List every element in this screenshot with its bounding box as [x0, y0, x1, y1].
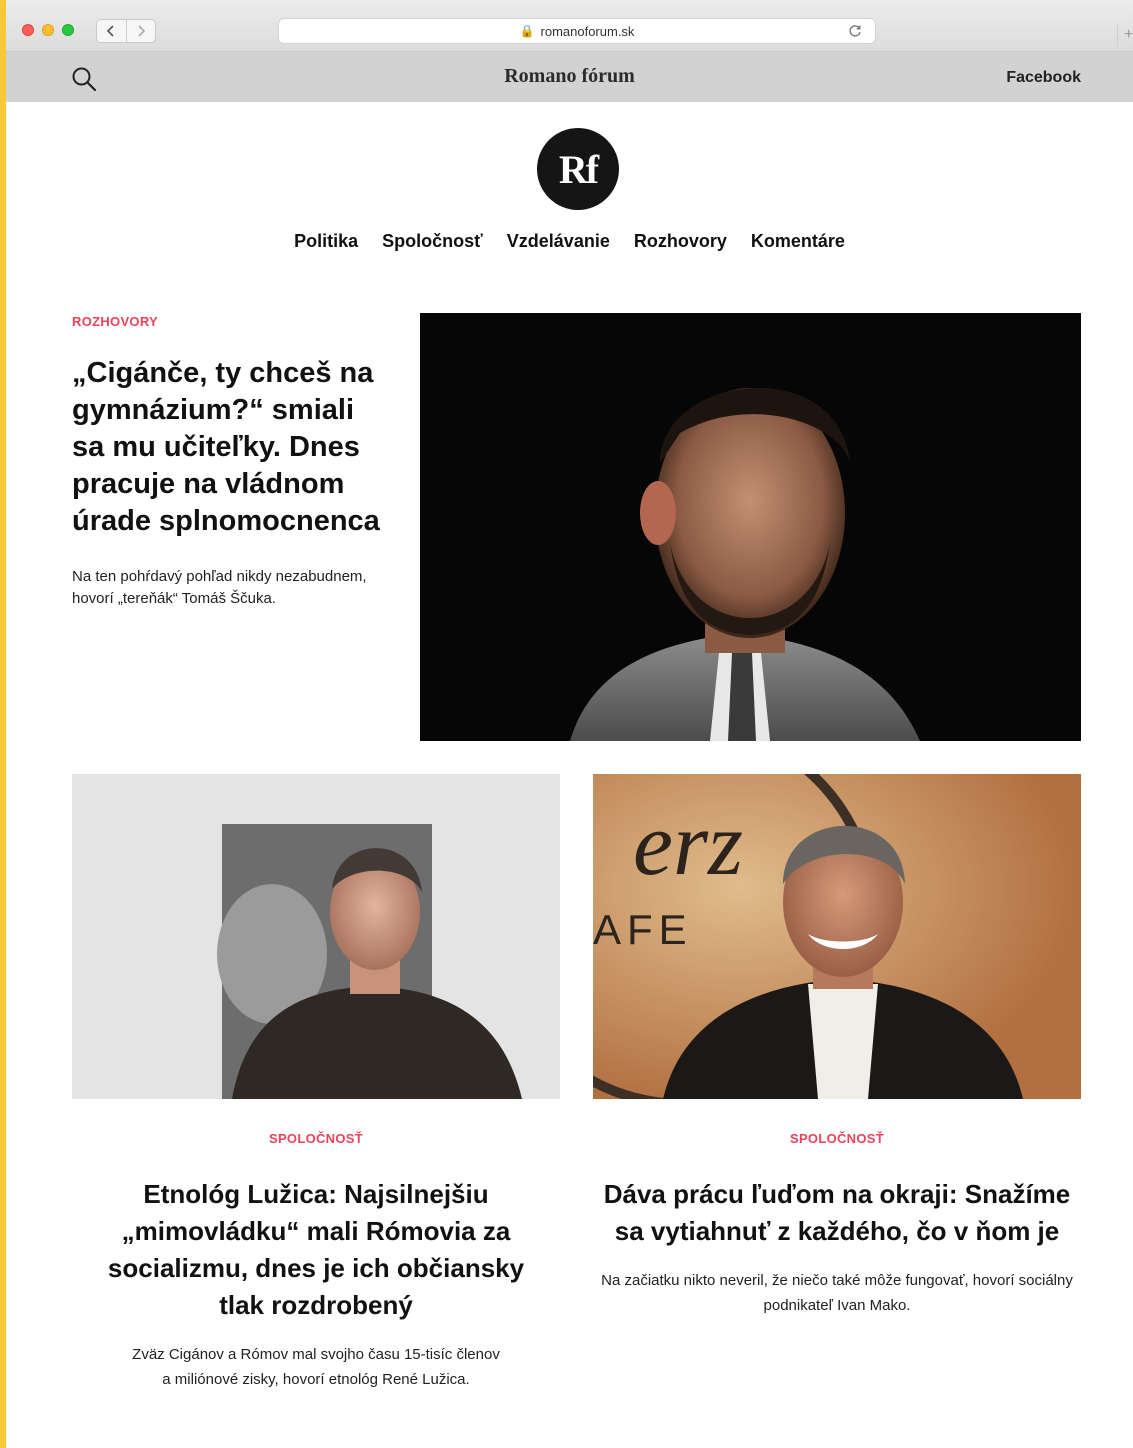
nav-item-komentare[interactable]: Komentáre: [751, 231, 845, 252]
reload-icon[interactable]: [847, 23, 863, 39]
article-card: SPOLOČNOSŤ Etnológ Lužica: Najsilnejšiu …: [72, 1131, 560, 1392]
lock-icon: 🔒: [519, 24, 535, 38]
portrait-image: [420, 313, 1081, 741]
site-header: Romano fórum Facebook: [6, 52, 1133, 102]
svg-text:erz: erz: [633, 795, 743, 894]
chevron-right-icon: [138, 25, 145, 37]
featured-lead: Na ten pohŕdavý pohľad nikdy nezabudnem,…: [72, 568, 367, 607]
zoom-window-button[interactable]: [62, 24, 74, 36]
svg-text:AFE: AFE: [593, 906, 693, 953]
address-bar[interactable]: 🔒 romanoforum.sk: [278, 18, 876, 44]
nav-item-politika[interactable]: Politika: [294, 231, 358, 252]
article-category[interactable]: SPOLOČNOSŤ: [72, 1131, 560, 1146]
article-category[interactable]: SPOLOČNOSŤ: [593, 1131, 1081, 1146]
article-2-photo[interactable]: erz AFE: [593, 774, 1081, 1099]
site-logo[interactable]: Rf: [537, 128, 619, 210]
article-headline[interactable]: Etnológ Lužica: Najsilnejšiu „mimovládku…: [72, 1176, 560, 1324]
back-button[interactable]: [97, 20, 126, 42]
browser-window: 🔒 romanoforum.sk + Romano fórum Facebook…: [6, 0, 1133, 1448]
browser-toolbar: 🔒 romanoforum.sk +: [6, 0, 1133, 52]
featured-photo[interactable]: [420, 313, 1081, 741]
portrait-image: [72, 774, 560, 1099]
main-navigation: Politika Spoločnosť Vzdelávanie Rozhovor…: [6, 231, 1133, 252]
nav-item-rozhovory[interactable]: Rozhovory: [634, 231, 727, 252]
new-tab-icon[interactable]: +: [1117, 24, 1133, 46]
article-lead: Zväz Cigánov a Rómov mal svojho času 15-…: [132, 1346, 500, 1388]
article-headline[interactable]: Dáva prácu ľuďom na okraji: Snažíme sa v…: [593, 1176, 1081, 1250]
chevron-left-icon: [107, 25, 114, 37]
article-lead: Na začiatku nikto neveril, že niečo také…: [601, 1272, 1073, 1314]
site-title[interactable]: Romano fórum: [6, 65, 1133, 88]
address-text: romanoforum.sk: [540, 23, 635, 39]
facebook-link[interactable]: Facebook: [1006, 69, 1081, 87]
featured-headline[interactable]: „Cigánče, ty chceš na gymnázium?“ smiali…: [72, 355, 392, 540]
article-card: SPOLOČNOSŤ Dáva prácu ľuďom na okraji: S…: [593, 1131, 1081, 1318]
forward-button[interactable]: [125, 20, 156, 42]
featured-category[interactable]: ROZHOVORY: [72, 314, 158, 329]
close-window-button[interactable]: [22, 24, 34, 36]
nav-item-spolocnost[interactable]: Spoločnosť: [382, 231, 483, 252]
portrait-image: erz AFE: [593, 774, 1081, 1099]
history-buttons: [96, 19, 156, 43]
article-1-photo[interactable]: [72, 774, 560, 1099]
nav-item-vzdelavanie[interactable]: Vzdelávanie: [507, 231, 610, 252]
minimize-window-button[interactable]: [42, 24, 54, 36]
